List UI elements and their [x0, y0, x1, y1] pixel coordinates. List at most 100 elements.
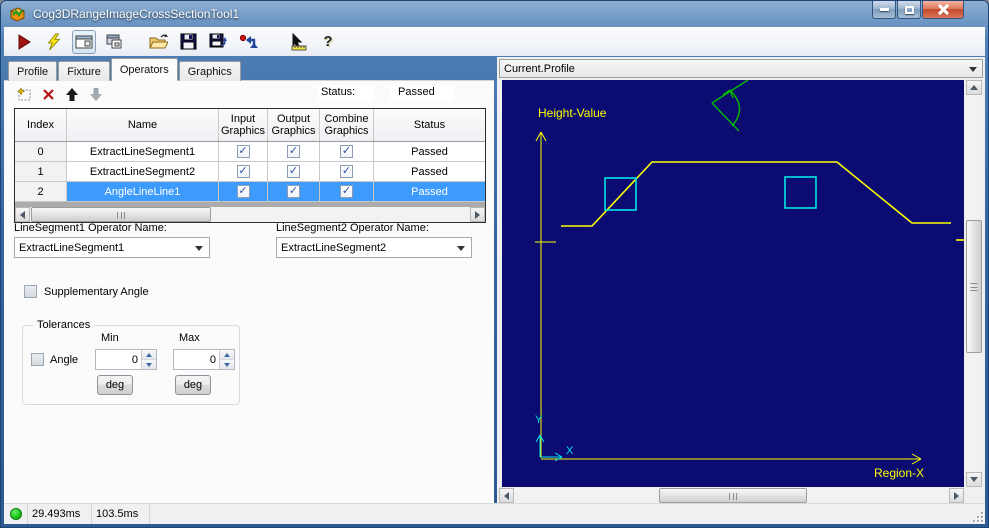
- spin-up-button[interactable]: [142, 350, 156, 360]
- spin-up-button[interactable]: [220, 350, 234, 360]
- max-angle-spinner[interactable]: 0: [173, 349, 235, 370]
- checkbox-icon[interactable]: ✓: [340, 165, 353, 178]
- row-status-cell[interactable]: Passed: [374, 142, 485, 161]
- scrollbar-thumb[interactable]: [659, 488, 807, 503]
- col-header-combine-graphics[interactable]: Combine Graphics: [320, 109, 374, 141]
- max-label: Max: [179, 332, 200, 344]
- run-button[interactable]: [12, 30, 36, 54]
- min-angle-value[interactable]: 0: [96, 350, 141, 369]
- min-angle-spinner[interactable]: 0: [95, 349, 157, 370]
- move-down-button[interactable]: [86, 84, 106, 104]
- close-button[interactable]: [922, 1, 964, 19]
- new-operator-button[interactable]: [14, 84, 34, 104]
- maximize-button[interactable]: [897, 1, 921, 19]
- float-window-button[interactable]: [102, 30, 126, 54]
- graphics-checkbox-cell[interactable]: ✓: [268, 162, 320, 181]
- measure-button[interactable]: [286, 30, 310, 54]
- checkbox-icon[interactable]: ✓: [236, 185, 250, 198]
- table-body: 0 ExtractLineSegment1 ✓ ✓ ✓ Passed 1 ExtractLin…: [15, 142, 485, 202]
- reset-button[interactable]: [236, 30, 260, 54]
- save-as-button[interactable]: [206, 30, 230, 54]
- max-unit-button[interactable]: deg: [175, 375, 211, 395]
- run-time-value: 29.493ms: [32, 508, 81, 520]
- graphics-checkbox-cell[interactable]: ✓: [219, 142, 268, 161]
- tab-operators[interactable]: Operators: [110, 58, 178, 81]
- linesegment1-combo[interactable]: ExtractLineSegment1: [14, 237, 210, 258]
- scroll-left-button[interactable]: [499, 488, 514, 503]
- row-index-cell[interactable]: 0: [15, 142, 67, 161]
- checkbox-icon[interactable]: ✓: [287, 185, 300, 198]
- row-name-cell[interactable]: AngleLineLine1: [67, 182, 219, 201]
- scrollbar-thumb[interactable]: [966, 220, 982, 353]
- checkbox-icon[interactable]: ✓: [236, 165, 250, 178]
- col-header-name[interactable]: Name: [67, 109, 219, 141]
- tab-graphics[interactable]: Graphics: [178, 61, 241, 81]
- thumb-grip-icon: [729, 493, 737, 500]
- scrollbar-thumb[interactable]: [31, 207, 211, 222]
- resize-grip[interactable]: [971, 510, 983, 522]
- checkbox-icon[interactable]: ✓: [287, 165, 300, 178]
- app-icon: [9, 6, 26, 22]
- graphics-checkbox-cell[interactable]: ✓: [320, 142, 374, 161]
- move-up-button[interactable]: [62, 84, 82, 104]
- tab-label: Graphics: [187, 65, 232, 78]
- row-name-cell[interactable]: ExtractLineSegment1: [67, 142, 219, 161]
- spinner-buttons: [219, 350, 234, 369]
- min-unit-button[interactable]: deg: [97, 375, 133, 395]
- checkbox-icon[interactable]: ✓: [340, 145, 353, 158]
- tab-strip: Profile Fixture Operators Graphics: [8, 58, 242, 81]
- row-index-cell[interactable]: 1: [15, 162, 67, 181]
- tab-fixture[interactable]: Fixture: [58, 61, 110, 81]
- trigger-button[interactable]: [42, 30, 66, 54]
- table-row[interactable]: 1 ExtractLineSegment2 ✓ ✓ ✓ Passed: [15, 162, 485, 182]
- col-header-input-graphics[interactable]: Input Graphics: [219, 109, 268, 141]
- title-bar[interactable]: Cog3DRangeImageCrossSectionTool1: [0, 0, 989, 27]
- row-status-cell[interactable]: Passed: [374, 162, 485, 181]
- help-button[interactable]: ?: [316, 30, 340, 54]
- graphics-checkbox-cell[interactable]: ✓: [320, 182, 374, 201]
- row-name-cell[interactable]: ExtractLineSegment2: [67, 162, 219, 181]
- profile-display-canvas[interactable]: Height-Value Region-X Y X: [502, 79, 972, 487]
- scroll-up-button[interactable]: [966, 80, 982, 95]
- linesegment2-combo[interactable]: ExtractLineSegment2: [276, 237, 472, 258]
- supplementary-angle-checkbox[interactable]: [24, 285, 37, 298]
- scroll-left-button[interactable]: [15, 207, 30, 222]
- display-source-combo[interactable]: Current.Profile: [499, 59, 983, 78]
- graphics-checkbox-cell[interactable]: ✓: [219, 162, 268, 181]
- spin-down-button[interactable]: [142, 360, 156, 369]
- show-display-toggle-button[interactable]: [72, 29, 96, 54]
- checkbox-icon[interactable]: ✓: [236, 145, 250, 158]
- minimize-button[interactable]: [872, 1, 896, 19]
- arrow-up-icon: [970, 85, 978, 90]
- row-status-cell[interactable]: Passed: [374, 182, 485, 201]
- checkbox-icon[interactable]: ✓: [287, 145, 300, 158]
- table-horizontal-scrollbar[interactable]: [15, 207, 485, 222]
- scroll-right-button[interactable]: [949, 488, 964, 503]
- table-row[interactable]: 2 AngleLineLine1 ✓ ✓ ✓ Passed: [15, 182, 485, 202]
- scroll-down-button[interactable]: [966, 472, 982, 487]
- checkbox-icon[interactable]: ✓: [340, 185, 353, 198]
- table-row[interactable]: 0 ExtractLineSegment1 ✓ ✓ ✓ Passed: [15, 142, 485, 162]
- max-angle-value[interactable]: 0: [174, 350, 219, 369]
- angle-tolerance-checkbox[interactable]: [31, 353, 44, 366]
- save-button[interactable]: [176, 30, 200, 54]
- graphics-checkbox-cell[interactable]: ✓: [219, 182, 268, 201]
- col-header-index[interactable]: Index: [15, 109, 67, 141]
- col-header-output-graphics[interactable]: Output Graphics: [268, 109, 320, 141]
- open-file-button[interactable]: [146, 30, 170, 54]
- tab-profile[interactable]: Profile: [8, 61, 58, 81]
- display-horizontal-scrollbar[interactable]: [499, 488, 964, 503]
- delete-operator-button[interactable]: [38, 84, 58, 104]
- trigger-lightning-icon: [47, 32, 61, 50]
- graphics-checkbox-cell[interactable]: ✓: [268, 142, 320, 161]
- col-header-status[interactable]: Status: [374, 109, 485, 141]
- x-axis-label: Region-X: [874, 466, 924, 480]
- row-index-cell[interactable]: 2: [15, 182, 67, 201]
- status-spacer: [150, 504, 985, 524]
- display-vertical-scrollbar[interactable]: [966, 80, 982, 487]
- spin-down-button[interactable]: [220, 360, 234, 369]
- supplementary-angle-row: Supplementary Angle: [24, 285, 149, 298]
- graphics-checkbox-cell[interactable]: ✓: [320, 162, 374, 181]
- graphics-checkbox-cell[interactable]: ✓: [268, 182, 320, 201]
- scroll-right-button[interactable]: [470, 207, 485, 222]
